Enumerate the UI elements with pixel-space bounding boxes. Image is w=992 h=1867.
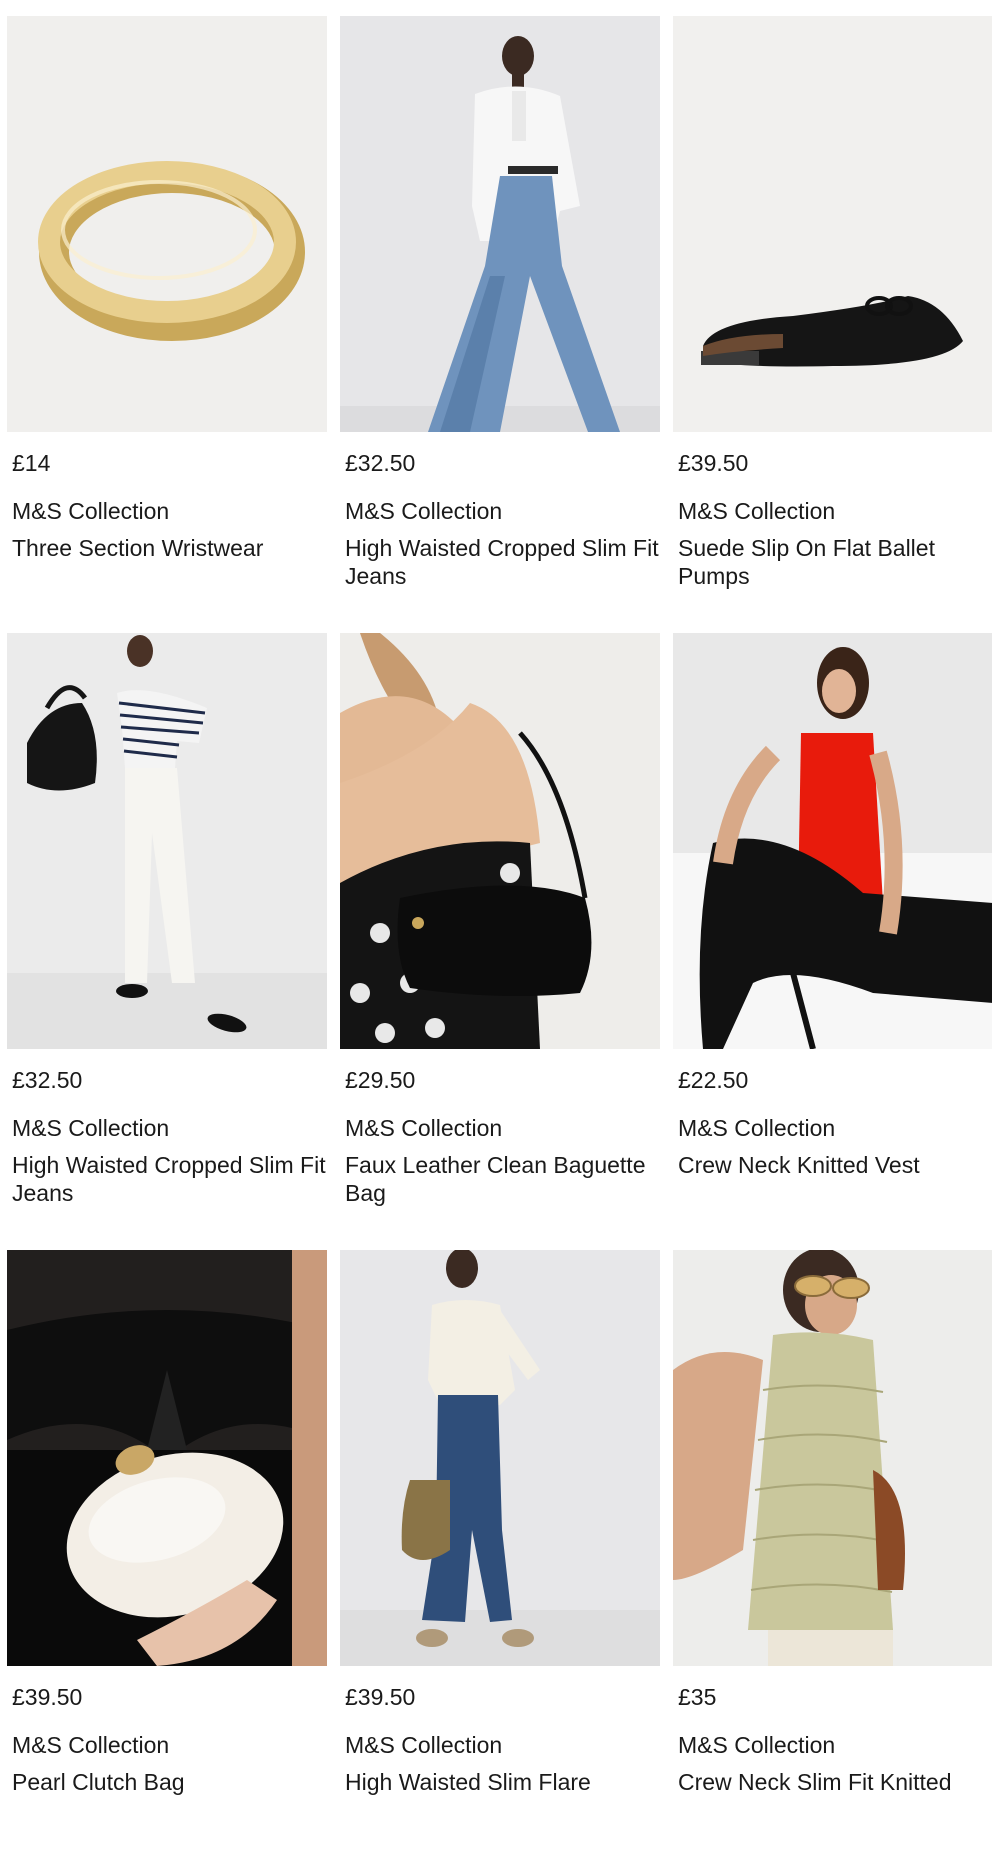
product-card[interactable]: £32.50 M&S Collection High Waisted Cropp… (7, 633, 327, 1250)
product-price: £32.50 (345, 450, 416, 476)
product-title[interactable]: Faux Leather Clean Baguette Bag (345, 1151, 663, 1207)
product-brand: M&S Collection (678, 1115, 836, 1141)
product-grid: £14 M&S Collection Three Section Wristwe… (7, 16, 992, 1867)
product-price: £32.50 (12, 1067, 83, 1093)
product-title[interactable]: High Waisted Cropped Slim Fit Jeans (12, 1151, 330, 1207)
product-price: £35 (678, 1684, 717, 1710)
model-flare-jeans-image[interactable] (340, 1250, 660, 1666)
product-brand: M&S Collection (12, 1732, 170, 1758)
product-brand: M&S Collection (12, 1115, 170, 1141)
product-brand: M&S Collection (12, 498, 170, 524)
product-title[interactable]: Three Section Wristwear (12, 534, 330, 562)
product-title[interactable]: Crew Neck Knitted Vest (678, 1151, 992, 1179)
product-brand: M&S Collection (345, 1732, 503, 1758)
product-card[interactable]: £22.50 M&S Collection Crew Neck Knitted … (673, 633, 992, 1250)
product-price: £14 (12, 450, 51, 476)
product-card[interactable]: £14 M&S Collection Three Section Wristwe… (7, 16, 327, 633)
product-card[interactable]: £39.50 M&S Collection Suede Slip On Flat… (673, 16, 992, 633)
product-brand: M&S Collection (678, 498, 836, 524)
product-price: £29.50 (345, 1067, 416, 1093)
product-price: £39.50 (12, 1684, 83, 1710)
product-brand: M&S Collection (678, 1732, 836, 1758)
product-card[interactable]: £35 M&S Collection Crew Neck Slim Fit Kn… (673, 1250, 992, 1867)
black-baguette-bag-image[interactable] (340, 633, 660, 1049)
black-mule-shoe-image[interactable] (673, 16, 992, 432)
product-title[interactable]: Pearl Clutch Bag (12, 1768, 330, 1796)
product-title[interactable]: High Waisted Cropped Slim Fit Jeans (345, 534, 663, 590)
product-brand: M&S Collection (345, 498, 503, 524)
product-title[interactable]: Suede Slip On Flat Ballet Pumps (678, 534, 992, 590)
product-price: £22.50 (678, 1067, 749, 1093)
product-price: £39.50 (678, 450, 749, 476)
model-red-vest-image[interactable] (673, 633, 992, 1049)
product-card[interactable]: £39.50 M&S Collection Pearl Clutch Bag (7, 1250, 327, 1867)
product-card[interactable]: £39.50 M&S Collection High Waisted Slim … (340, 1250, 660, 1867)
model-white-shirt-jeans-image[interactable] (340, 16, 660, 432)
product-card[interactable]: £29.50 M&S Collection Faux Leather Clean… (340, 633, 660, 1250)
pearl-clutch-bag-image[interactable] (7, 1250, 327, 1666)
product-brand: M&S Collection (345, 1115, 503, 1141)
model-white-jeans-striped-tee-image[interactable] (7, 633, 327, 1049)
product-title[interactable]: Crew Neck Slim Fit Knitted (678, 1768, 992, 1796)
product-title[interactable]: High Waisted Slim Flare (345, 1768, 663, 1796)
model-knitted-vest-image[interactable] (673, 1250, 992, 1666)
gold-bangle-image[interactable] (7, 16, 327, 432)
product-card[interactable]: £32.50 M&S Collection High Waisted Cropp… (340, 16, 660, 633)
product-price: £39.50 (345, 1684, 416, 1710)
